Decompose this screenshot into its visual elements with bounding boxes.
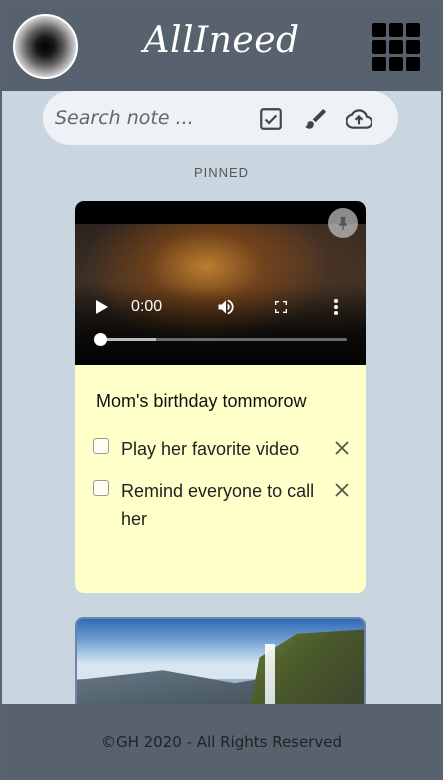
volume-icon[interactable] [216,297,236,322]
fullscreen-icon[interactable] [273,299,289,320]
app-footer: ©GH 2020 - All Rights Reserved [0,704,443,780]
search-input[interactable] [55,103,245,133]
note-card-image[interactable] [75,617,366,717]
video-progress-track[interactable] [100,338,347,341]
todo-checkbox[interactable] [93,438,109,454]
copyright-text: ©GH 2020 - All Rights Reserved [100,733,343,751]
more-options-icon[interactable] [333,298,339,321]
cloud-upload-icon[interactable] [345,106,374,132]
todo-text[interactable]: Play her favorite video [121,435,321,463]
checkbox-note-icon[interactable] [258,106,284,132]
pin-icon[interactable] [328,208,358,238]
video-frame [75,224,366,365]
pinned-section-label: PINNED [193,165,250,180]
todo-text[interactable]: Remind everyone to call her [121,477,321,533]
video-buffered-bar [100,338,156,341]
search-bar [43,91,398,145]
remove-item-icon[interactable] [333,481,351,499]
video-player[interactable]: 0:00 [75,201,366,365]
note-card[interactable]: 0:00 Mom's birthday tommorow Play her fa… [75,201,366,593]
play-icon[interactable] [95,299,109,320]
grid-apps-icon[interactable] [372,23,420,71]
brush-icon[interactable] [303,106,329,132]
remove-item-icon[interactable] [333,439,351,457]
todo-checkbox[interactable] [93,480,109,496]
video-progress-knob[interactable] [94,333,107,346]
note-title: Mom's birthday tommorow [96,391,307,411]
app-header: AllIneed [0,0,443,91]
video-time: 0:00 [131,298,163,315]
